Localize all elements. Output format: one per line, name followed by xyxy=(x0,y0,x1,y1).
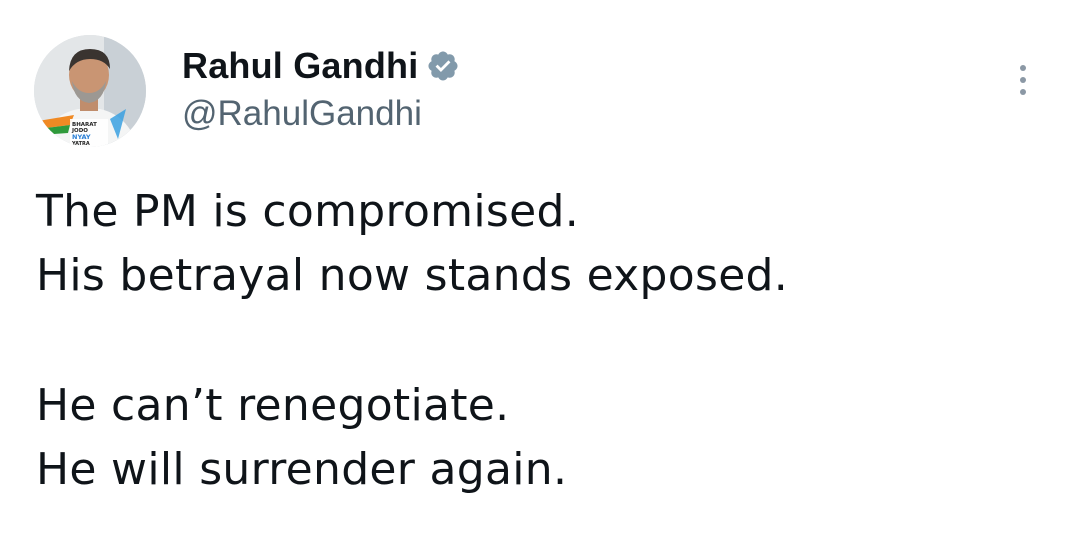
more-options-icon[interactable] xyxy=(1008,58,1038,102)
tweet-text-line: His betrayal now stands exposed. xyxy=(36,250,789,301)
avatar-badge-line-3: NYAY xyxy=(72,133,91,141)
tweet-text: The PM is compromised. His betrayal now … xyxy=(36,180,1036,502)
tweet-text-line: The PM is compromised. xyxy=(36,186,579,237)
author-handle[interactable]: @RahulGandhi xyxy=(182,94,422,134)
more-dot xyxy=(1020,89,1026,95)
paragraph-break xyxy=(36,308,1036,374)
tweet-text-line: He will surrender again. xyxy=(36,444,568,495)
avatar[interactable]: BHARAT JODO NYAY YATRA xyxy=(34,35,146,147)
tweet-text-line: He can’t renegotiate. xyxy=(36,380,510,431)
tweet-card: BHARAT JODO NYAY YATRA Rahul Gandhi @Rah… xyxy=(0,0,1080,534)
verified-badge-icon xyxy=(426,49,460,83)
author-display-name[interactable]: Rahul Gandhi xyxy=(182,45,418,87)
author-name-row: Rahul Gandhi xyxy=(182,44,460,88)
avatar-badge-line-4: YATRA xyxy=(71,141,90,147)
more-dot xyxy=(1020,77,1026,83)
more-dot xyxy=(1020,65,1026,71)
